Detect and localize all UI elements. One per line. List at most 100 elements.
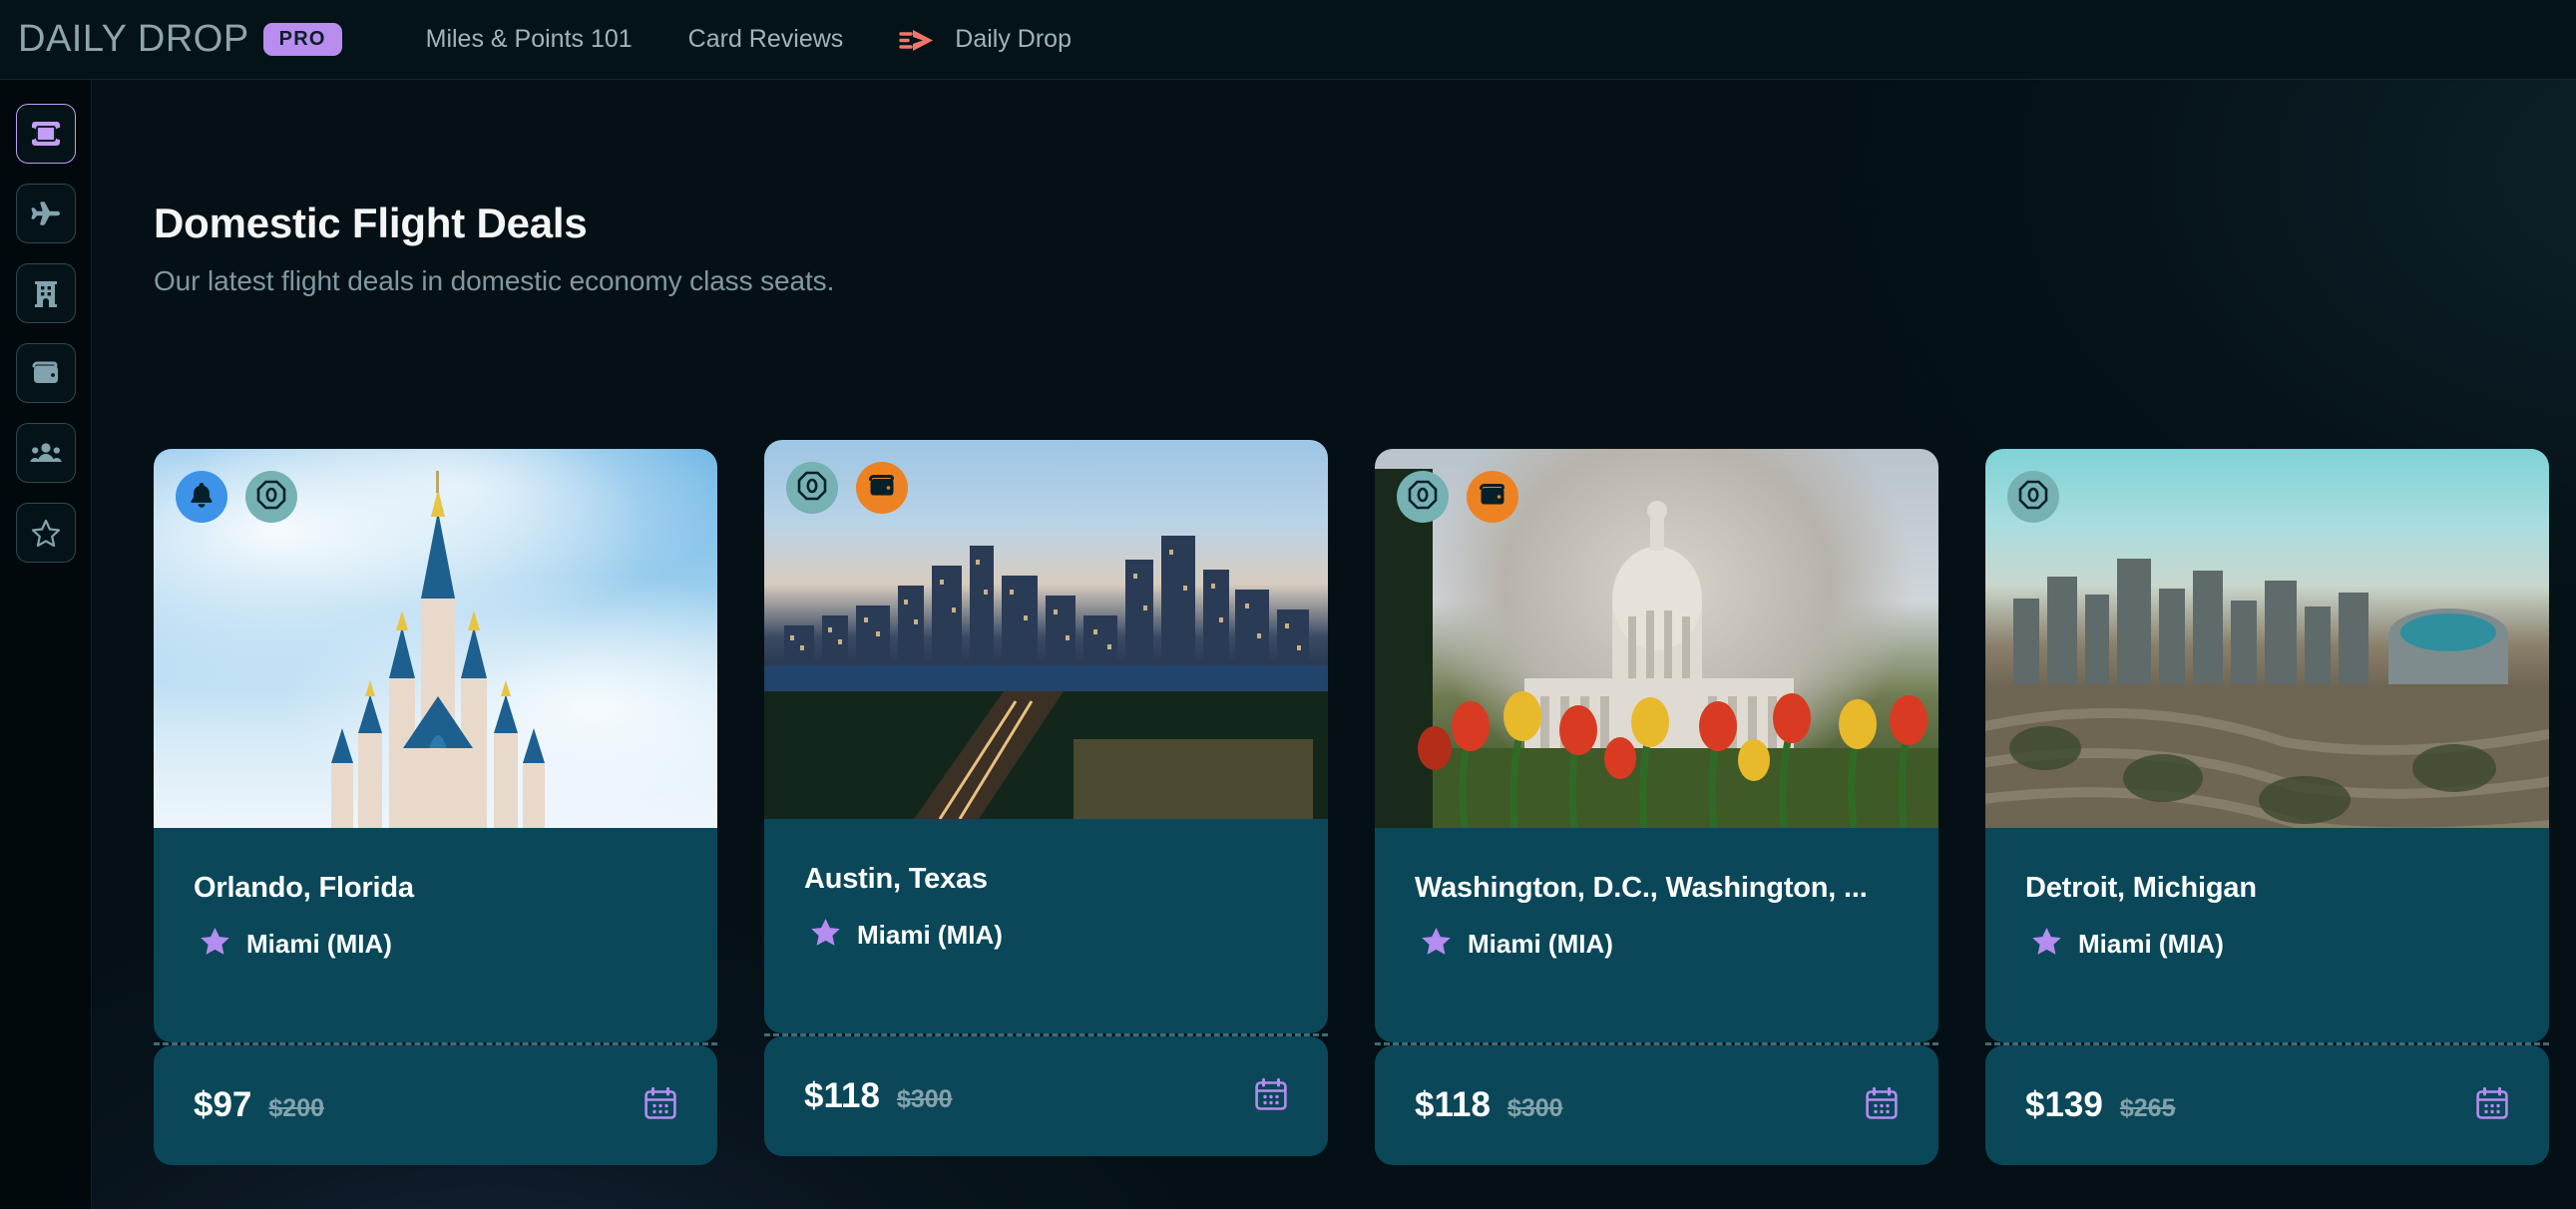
deal-price: $118 — [804, 1076, 880, 1115]
card-divider — [764, 1033, 1328, 1036]
deal-card[interactable]: Detroit, Michigan Miami (MIA) $139 $265 — [1985, 449, 2549, 1165]
points-badge[interactable] — [786, 462, 838, 514]
page-title: Domestic Flight Deals — [154, 200, 588, 246]
price-group: $97 $200 — [194, 1085, 324, 1125]
zero-octagon-icon — [256, 480, 286, 515]
deal-original-price: $300 — [896, 1085, 953, 1113]
nav-link-miles-points-101[interactable]: Miles & Points 101 — [404, 15, 660, 64]
deal-card-image — [1985, 449, 2549, 828]
calendar-icon[interactable] — [644, 1086, 677, 1125]
cash-badge[interactable] — [856, 462, 908, 514]
badge-group — [176, 471, 297, 523]
hotel-icon — [31, 278, 61, 308]
deal-origin-label: Miami (MIA) — [2078, 929, 2224, 959]
calendar-icon[interactable] — [1865, 1086, 1899, 1125]
deal-card[interactable]: Orlando, Florida Miami (MIA) $97 $200 — [154, 449, 717, 1165]
top-navigation-bar: DAILY DROP PRO Miles & Points 101 Card R… — [0, 0, 2576, 80]
wallet-icon — [31, 360, 61, 386]
sidebar-item-flights[interactable] — [15, 184, 76, 243]
deal-origin: Miami (MIA) — [194, 927, 677, 962]
nav-link-daily-drop[interactable]: Daily Drop — [871, 15, 1099, 64]
nav-link-label: Miles & Points 101 — [425, 25, 633, 53]
deal-card-body: Austin, Texas Miami (MIA) — [764, 819, 1328, 1033]
left-sidebar — [0, 80, 92, 1209]
star-icon — [1421, 927, 1452, 962]
card-divider — [154, 1042, 717, 1045]
deal-origin-label: Miami (MIA) — [246, 929, 392, 959]
deal-card-image — [764, 440, 1328, 819]
deal-original-price: $300 — [1506, 1094, 1563, 1122]
deal-card[interactable]: Austin, Texas Miami (MIA) $118 $300 — [764, 440, 1328, 1156]
price-group: $139 $265 — [2025, 1085, 2176, 1125]
star-icon — [810, 918, 841, 953]
deal-card-footer: $97 $200 — [154, 1045, 717, 1165]
wallet-icon — [1478, 482, 1507, 513]
deal-card-body: Detroit, Michigan Miami (MIA) — [1985, 828, 2549, 1042]
airplane-icon — [30, 198, 62, 229]
deal-card-footer: $118 $300 — [764, 1036, 1328, 1156]
sidebar-item-hotels[interactable] — [15, 263, 76, 323]
zero-octagon-icon — [797, 471, 827, 506]
main-content: Domestic Flight Deals Our latest flight … — [92, 80, 2576, 1209]
page-subtitle: Our latest flight deals in domestic econ… — [154, 265, 835, 296]
brand-logo[interactable]: DAILY DROP PRO — [18, 18, 342, 61]
primary-nav: Miles & Points 101 Card Reviews Daily Dr… — [404, 15, 1099, 64]
points-badge[interactable] — [245, 471, 297, 523]
points-badge[interactable] — [1397, 471, 1449, 523]
badge-group — [2007, 471, 2059, 523]
ticket-icon — [30, 121, 62, 147]
deal-card-body: Washington, D.C., Washington, ... Miami … — [1375, 828, 1938, 1042]
brand-wordmark: DAILY DROP — [18, 18, 249, 60]
sidebar-item-deals[interactable] — [15, 104, 76, 164]
deal-origin: Miami (MIA) — [1415, 927, 1899, 962]
price-group: $118 $300 — [804, 1076, 953, 1116]
deal-card-grid: Orlando, Florida Miami (MIA) $97 $200 Au… — [154, 440, 2549, 1165]
card-divider — [1985, 1042, 2549, 1045]
deal-origin: Miami (MIA) — [804, 918, 1288, 953]
deal-original-price: $265 — [2119, 1094, 2176, 1122]
alert-badge[interactable] — [176, 471, 227, 523]
sidebar-item-favorites[interactable] — [15, 503, 76, 563]
nav-link-label: Card Reviews — [687, 25, 844, 53]
detroit-skyline-photo — [1985, 449, 2549, 828]
wallet-icon — [867, 473, 897, 504]
deal-origin-label: Miami (MIA) — [857, 920, 1003, 950]
bell-icon — [189, 481, 215, 514]
nav-link-label: Daily Drop — [955, 25, 1072, 53]
deal-card-footer: $118 $300 — [1375, 1045, 1938, 1165]
deal-price: $97 — [194, 1085, 252, 1124]
deal-card-image — [1375, 449, 1938, 828]
sidebar-item-cards[interactable] — [15, 343, 76, 403]
people-icon — [29, 441, 62, 465]
star-icon — [31, 519, 61, 548]
nav-link-card-reviews[interactable]: Card Reviews — [660, 15, 872, 64]
badge-group — [1397, 471, 1518, 523]
deal-card-footer: $139 $265 — [1985, 1045, 2549, 1165]
send-arrow-icon — [899, 26, 941, 54]
section-header: Domestic Flight Deals Our latest flight … — [92, 80, 2576, 297]
star-icon — [200, 927, 230, 962]
card-divider — [1375, 1042, 1938, 1045]
deal-destination: Orlando, Florida — [194, 872, 414, 904]
points-badge[interactable] — [2007, 471, 2059, 523]
cash-badge[interactable] — [1467, 471, 1518, 523]
pro-badge: PRO — [262, 23, 342, 56]
star-icon — [2031, 927, 2062, 962]
sidebar-item-community[interactable] — [15, 423, 76, 483]
deal-card[interactable]: Washington, D.C., Washington, ... Miami … — [1375, 449, 1938, 1165]
zero-octagon-icon — [1408, 480, 1438, 515]
deal-card-image — [154, 449, 717, 828]
deal-card-body: Orlando, Florida Miami (MIA) — [154, 828, 717, 1042]
price-group: $118 $300 — [1415, 1085, 1563, 1125]
calendar-icon[interactable] — [1254, 1077, 1288, 1116]
badge-group — [786, 462, 908, 514]
calendar-icon[interactable] — [2475, 1086, 2509, 1125]
zero-octagon-icon — [2018, 480, 2048, 515]
deal-price: $139 — [2025, 1085, 2103, 1124]
deal-origin-label: Miami (MIA) — [1468, 929, 1613, 959]
deal-origin: Miami (MIA) — [2025, 927, 2509, 962]
deal-destination: Austin, Texas — [804, 863, 988, 895]
deal-destination: Detroit, Michigan — [2025, 872, 2257, 904]
deal-destination: Washington, D.C., Washington, ... — [1415, 872, 1868, 904]
deal-price: $118 — [1415, 1085, 1491, 1124]
